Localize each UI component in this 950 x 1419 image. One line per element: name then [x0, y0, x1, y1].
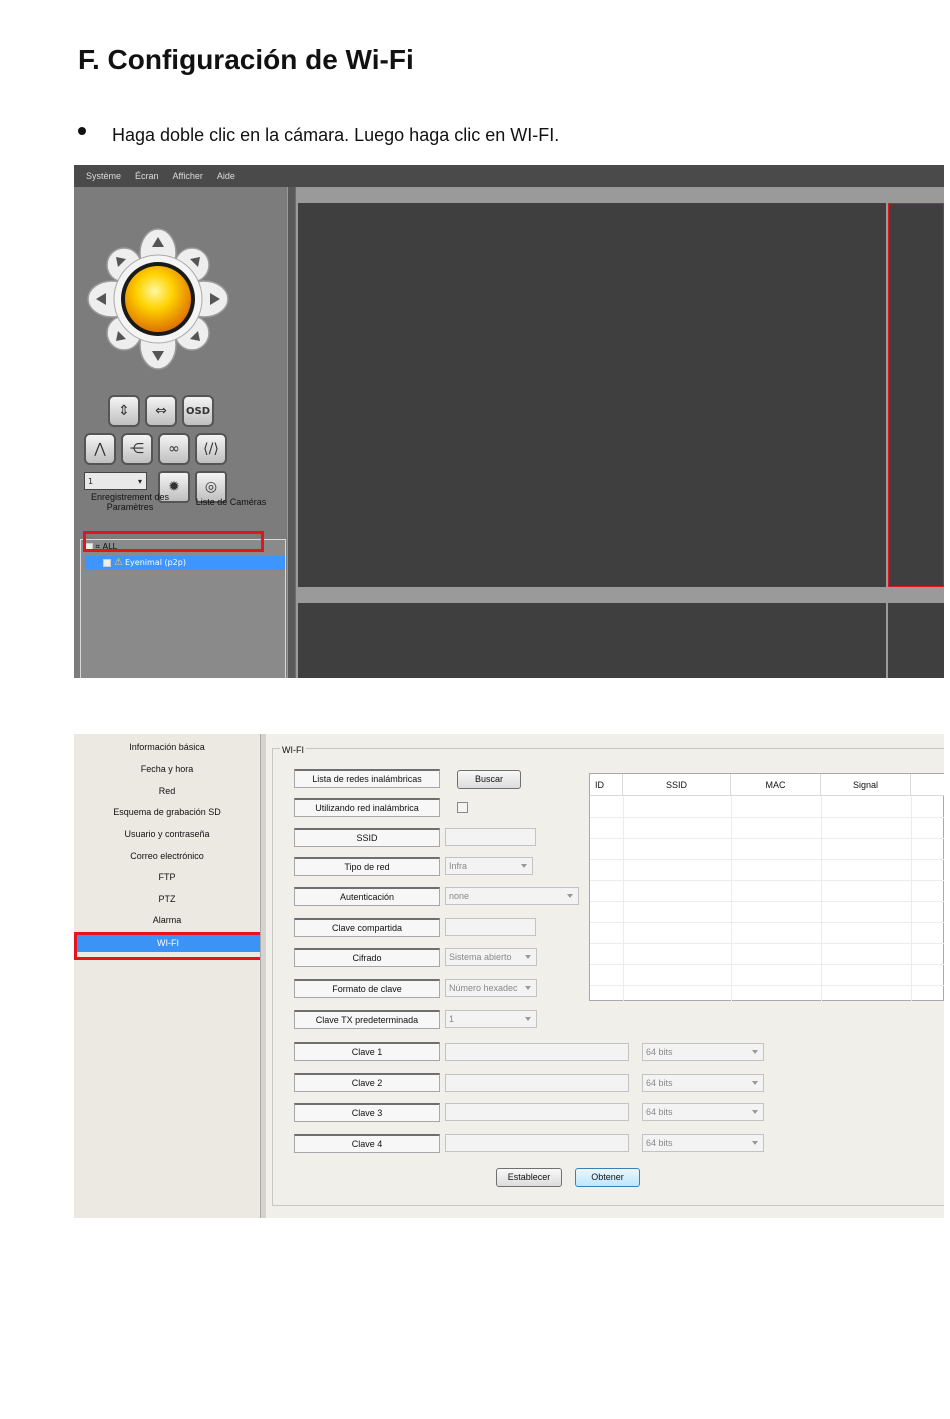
grid-line: [821, 796, 822, 1002]
key1-input[interactable]: [445, 1043, 629, 1061]
key1-bits-select[interactable]: 64 bits: [642, 1043, 764, 1061]
key2-bits-select[interactable]: 64 bits: [642, 1074, 764, 1092]
tab-cameras[interactable]: Liste de Caméras: [186, 497, 276, 507]
wifi-highlight-box: [74, 932, 264, 960]
video-pane-3[interactable]: [298, 603, 886, 678]
video-pane-2[interactable]: [888, 203, 944, 587]
ptz-dpad-icon[interactable]: [86, 227, 230, 371]
default-tx-key-select[interactable]: 1: [445, 1010, 537, 1028]
key2-label: Clave 2: [294, 1073, 440, 1092]
key3-input[interactable]: [445, 1103, 629, 1121]
key1-label: Clave 1: [294, 1042, 440, 1061]
nav-item-date-time[interactable]: Fecha y hora: [74, 764, 260, 774]
wireless-list-label: Lista de redes inalámbricas: [294, 769, 440, 788]
link-icon[interactable]: ∞: [158, 433, 190, 465]
network-type-label: Tipo de red: [294, 857, 440, 876]
table-header-empty: [911, 774, 944, 796]
grid-line: [623, 796, 624, 1002]
grid-line: [590, 817, 944, 818]
shared-key-label: Clave compartida: [294, 918, 440, 937]
key-format-label: Formato de clave: [294, 979, 440, 998]
wifi-form: WI-FI Lista de redes inalámbricas Buscar…: [266, 734, 944, 1218]
nav-item-sd-schedule[interactable]: Esquema de grabación SD: [74, 807, 260, 817]
menu-item-aide[interactable]: Aide: [217, 171, 235, 181]
ssid-input[interactable]: [445, 828, 536, 846]
video-pane-1[interactable]: [298, 203, 886, 587]
screenshot-wifi-settings: Información básica Fecha y hora Red Esqu…: [74, 734, 944, 1218]
get-button[interactable]: Obtener: [575, 1168, 640, 1187]
channel-select[interactable]: 1 ▾: [84, 472, 147, 490]
warning-icon: ⚠: [114, 557, 123, 568]
table-header-signal[interactable]: Signal: [821, 774, 911, 796]
nav-item-email[interactable]: Correo electrónico: [74, 851, 260, 861]
section-title: F. Configuración de Wi-Fi: [78, 44, 414, 75]
video-pane-4[interactable]: [888, 603, 944, 678]
grid-line: [590, 838, 944, 839]
key4-bits-select[interactable]: 64 bits: [642, 1134, 764, 1152]
encryption-select[interactable]: Sistema abierto: [445, 948, 537, 966]
grid-line: [590, 943, 944, 944]
screenshot-camera-client: Système Écran Afficher Aide ⇕ ⇔ OSD ⋀ ⋲ …: [74, 165, 944, 678]
default-tx-key-label: Clave TX predeterminada: [294, 1010, 440, 1029]
nav-item-basic-info[interactable]: Información básica: [74, 742, 260, 752]
nav-item-ftp[interactable]: FTP: [74, 872, 260, 882]
table-header-mac[interactable]: MAC: [731, 774, 821, 796]
key-format-select[interactable]: Número hexadec: [445, 979, 537, 997]
nav-item-network[interactable]: Red: [74, 786, 260, 796]
key2-input[interactable]: [445, 1074, 629, 1092]
shared-key-input[interactable]: [445, 918, 536, 936]
grid-line: [590, 901, 944, 902]
using-wireless-label: Utilizando red inalámbrica: [294, 798, 440, 817]
chevron-down-icon: ▾: [137, 476, 142, 486]
camera-highlight-box: [83, 531, 264, 552]
osd-icon[interactable]: OSD: [182, 395, 214, 427]
grid-line: [590, 922, 944, 923]
checkbox-icon[interactable]: [103, 559, 111, 567]
grid-line: [590, 859, 944, 860]
horizontal-flip-icon[interactable]: ⇔: [145, 395, 177, 427]
instruction-text: Haga doble clic en la cámara. Luego haga…: [112, 125, 560, 145]
vertical-flip-icon[interactable]: ⇕: [108, 395, 140, 427]
encryption-label: Cifrado: [294, 948, 440, 967]
key4-input[interactable]: [445, 1134, 629, 1152]
tree-item-camera[interactable]: ⚠ Eyenimal (p2p): [85, 556, 285, 570]
grid-line: [911, 796, 912, 1002]
nav-item-user-password[interactable]: Usuario y contraseña: [74, 829, 260, 839]
table-header-ssid[interactable]: SSID: [623, 774, 731, 796]
menu-item-afficher[interactable]: Afficher: [173, 171, 203, 181]
menu-item-ecran[interactable]: Écran: [135, 171, 159, 181]
key3-bits-select[interactable]: 64 bits: [642, 1103, 764, 1121]
video-view-area: [296, 187, 944, 678]
group-title: WI-FI: [280, 745, 306, 755]
search-button[interactable]: Buscar: [457, 770, 521, 789]
menu-bar: Système Écran Afficher Aide: [74, 165, 944, 187]
panel-splitter[interactable]: [287, 187, 295, 678]
grid-line: [590, 880, 944, 881]
grid-line: [590, 964, 944, 965]
control-panel: ⇕ ⇔ OSD ⋀ ⋲ ∞ ⟨/⟩ 1 ▾ ✹ ◎ Enregistrement…: [74, 187, 292, 678]
set-button[interactable]: Establecer: [496, 1168, 562, 1187]
using-wireless-checkbox[interactable]: [457, 802, 468, 813]
authentication-select[interactable]: none: [445, 887, 579, 905]
key3-label: Clave 3: [294, 1103, 440, 1122]
table-header-id[interactable]: ID: [590, 774, 623, 796]
key4-label: Clave 4: [294, 1134, 440, 1153]
network-type-select[interactable]: Infra: [445, 857, 533, 875]
camera-tree: ⌗ ALL ⚠ Eyenimal (p2p): [80, 539, 286, 678]
menu-item-systeme[interactable]: Système: [86, 171, 121, 181]
ssid-label: SSID: [294, 828, 440, 847]
zoom-icon[interactable]: ⋀: [84, 433, 116, 465]
tab-parameters[interactable]: Enregistrement des Paramètres: [88, 492, 172, 512]
authentication-label: Autenticación: [294, 887, 440, 906]
bullet-icon: [78, 127, 86, 135]
nav-item-alarm[interactable]: Alarma: [74, 915, 260, 925]
focus-icon[interactable]: ⋲: [121, 433, 153, 465]
grid-line: [590, 985, 944, 986]
wireless-network-table: ID SSID MAC Signal: [589, 773, 944, 1002]
nav-item-ptz[interactable]: PTZ: [74, 894, 260, 904]
settings-nav: Información básica Fecha y hora Red Esqu…: [74, 734, 262, 1218]
grid-line: [731, 796, 732, 1002]
code-icon[interactable]: ⟨/⟩: [195, 433, 227, 465]
